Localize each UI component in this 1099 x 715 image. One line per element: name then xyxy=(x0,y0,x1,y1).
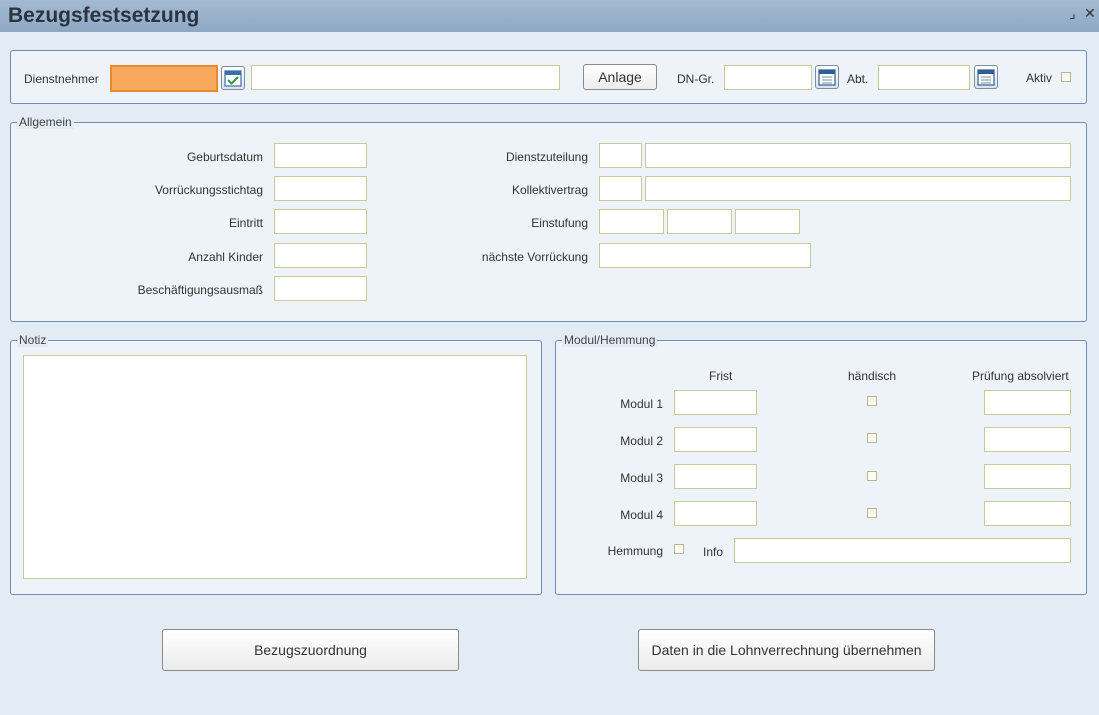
eintritt-input[interactable] xyxy=(274,209,367,234)
eintritt-label: Eintritt xyxy=(228,216,263,230)
anlage-button[interactable]: Anlage xyxy=(583,64,657,90)
kollektivvertrag-label: Kollektivertrag xyxy=(511,183,588,197)
dn-gr-label: DN-Gr. xyxy=(677,72,715,86)
modul-4-pruefung-input[interactable] xyxy=(984,501,1071,526)
hemmung-checkbox[interactable] xyxy=(674,544,684,554)
info-label: Info xyxy=(703,545,724,559)
header-panel: Dienstnehmer Anlage DN-Gr. Abt. Aktiv xyxy=(10,50,1087,104)
abt-label: Abt. xyxy=(847,72,869,86)
allgemein-legend: Allgemein xyxy=(17,115,74,129)
dienstnehmer-id-input[interactable] xyxy=(110,65,218,92)
aktiv-label: Aktiv xyxy=(1026,71,1053,85)
beschaeftigungsausmass-input[interactable] xyxy=(274,276,367,301)
notiz-legend: Notiz xyxy=(17,333,49,347)
abt-calendar-button[interactable] xyxy=(974,65,998,89)
modul-hemmung-panel: Modul/Hemmung Frist händisch Prüfung abs… xyxy=(555,333,1087,595)
calendar-icon xyxy=(818,69,836,86)
dienstzuteilung-code-input[interactable] xyxy=(599,143,642,168)
modul-4-haendisch-checkbox[interactable] xyxy=(867,508,877,518)
modul-2-frist-input[interactable] xyxy=(674,427,757,452)
modul-3-label: Modul 3 xyxy=(620,471,663,485)
minimize-icon[interactable]: ⌟ xyxy=(1069,5,1076,21)
modul-4-frist-input[interactable] xyxy=(674,501,757,526)
notiz-panel: Notiz xyxy=(10,333,542,595)
modul-hemmung-legend: Modul/Hemmung xyxy=(562,333,658,347)
dn-gr-calendar-button[interactable] xyxy=(815,65,839,89)
hemmung-label: Hemmung xyxy=(607,544,663,558)
lookup-button[interactable] xyxy=(221,66,245,90)
modul-1-label: Modul 1 xyxy=(620,397,663,411)
bezugszuordnung-button[interactable]: Bezugszuordnung xyxy=(162,629,459,671)
anzahl-kinder-label: Anzahl Kinder xyxy=(188,250,263,264)
dienstzuteilung-label: Dienstzuteilung xyxy=(505,150,588,164)
dienstzuteilung-text-input[interactable] xyxy=(645,143,1071,168)
einstufung-input-3[interactable] xyxy=(735,209,800,234)
vorrueckungsstichtag-label: Vorrückungsstichtag xyxy=(154,183,263,197)
modul-2-haendisch-checkbox[interactable] xyxy=(867,433,877,443)
einstufung-input-1[interactable] xyxy=(599,209,664,234)
modul-3-frist-input[interactable] xyxy=(674,464,757,489)
modul-4-label: Modul 4 xyxy=(620,508,663,522)
info-input[interactable] xyxy=(734,538,1071,563)
frist-column-header: Frist xyxy=(709,369,733,383)
kollektivvertrag-text-input[interactable] xyxy=(645,176,1071,201)
checklist-icon xyxy=(224,70,242,87)
lohnverrechnung-uebernehmen-button[interactable]: Daten in die Lohnverrechnung übernehmen xyxy=(638,629,935,671)
aktiv-checkbox[interactable] xyxy=(1061,72,1071,82)
beschaeftigungsausmass-label: Beschäftigungsausmaß xyxy=(137,283,263,297)
modul-3-haendisch-checkbox[interactable] xyxy=(867,471,877,481)
modul-1-frist-input[interactable] xyxy=(674,390,757,415)
modul-1-haendisch-checkbox[interactable] xyxy=(867,396,877,406)
naechste-vorrueckung-label: nächste Vorrückung xyxy=(481,250,588,264)
modul-2-label: Modul 2 xyxy=(620,434,663,448)
dienstnehmer-name-input[interactable] xyxy=(251,65,560,90)
modul-2-pruefung-input[interactable] xyxy=(984,427,1071,452)
notiz-textarea[interactable] xyxy=(23,355,527,579)
allgemein-panel: Allgemein Geburtsdatum Vorrückungssticht… xyxy=(10,115,1087,322)
abt-input[interactable] xyxy=(878,65,970,90)
calendar-icon xyxy=(977,69,995,86)
einstufung-label: Einstufung xyxy=(531,216,588,230)
modul-1-pruefung-input[interactable] xyxy=(984,390,1071,415)
haendisch-column-header: händisch xyxy=(848,369,897,383)
vorrueckungsstichtag-input[interactable] xyxy=(274,176,367,201)
kollektivvertrag-code-input[interactable] xyxy=(599,176,642,201)
title-bar: Bezugsfestsetzung ⌟ ✕ xyxy=(0,0,1099,32)
einstufung-input-2[interactable] xyxy=(667,209,732,234)
anzahl-kinder-input[interactable] xyxy=(274,243,367,268)
dienstnehmer-label: Dienstnehmer xyxy=(24,72,99,86)
geburtsdatum-input[interactable] xyxy=(274,143,367,168)
geburtsdatum-label: Geburtsdatum xyxy=(186,150,263,164)
pruefung-column-header: Prüfung absolviert xyxy=(972,369,1069,383)
close-icon[interactable]: ✕ xyxy=(1084,5,1096,21)
window-title: Bezugsfestsetzung xyxy=(8,4,200,27)
dn-gr-input[interactable] xyxy=(724,65,812,90)
modul-3-pruefung-input[interactable] xyxy=(984,464,1071,489)
naechste-vorrueckung-input[interactable] xyxy=(599,243,811,268)
